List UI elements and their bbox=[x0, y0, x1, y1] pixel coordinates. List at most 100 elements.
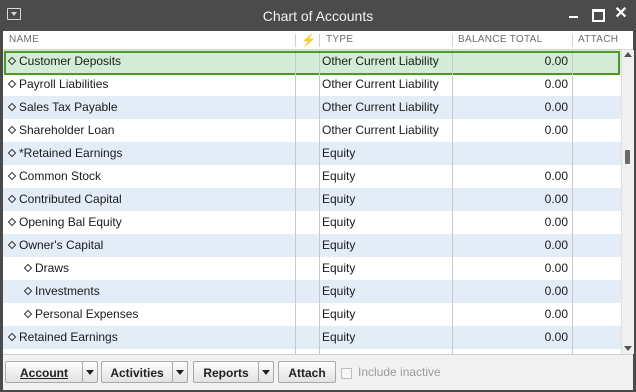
column-line bbox=[572, 96, 573, 119]
chart-of-accounts-window: Chart of Accounts ✕ NAME ⚡ TYPE BALANCE … bbox=[0, 0, 636, 392]
table-row[interactable]: Common Stock Equity 0.00 bbox=[3, 165, 621, 188]
account-name: Owner's Capital bbox=[19, 238, 104, 252]
table-row[interactable]: Investments Equity 0.00 bbox=[3, 280, 621, 303]
column-line bbox=[295, 234, 296, 257]
column-line bbox=[452, 142, 453, 165]
activities-button[interactable]: Activities bbox=[101, 361, 173, 383]
scroll-up-icon[interactable] bbox=[624, 52, 632, 57]
column-line bbox=[319, 280, 320, 303]
account-type-cell: Equity bbox=[322, 330, 356, 344]
column-line bbox=[319, 119, 320, 142]
column-line bbox=[319, 211, 320, 234]
column-line bbox=[572, 211, 573, 234]
attach-button[interactable]: Attach bbox=[278, 361, 336, 383]
reports-dropdown-button[interactable] bbox=[258, 361, 274, 383]
account-type-cell: Equity bbox=[322, 307, 356, 321]
include-inactive-checkbox[interactable] bbox=[341, 368, 352, 379]
close-button[interactable]: ✕ bbox=[611, 5, 631, 23]
balance-total-cell: 0.00 bbox=[544, 215, 568, 229]
account-type-cell: Other Current Liability bbox=[322, 100, 439, 114]
activities-dropdown-button[interactable] bbox=[172, 361, 188, 383]
account-name: Draws bbox=[35, 261, 70, 275]
table-row[interactable]: Contributed Capital Equity 0.00 bbox=[3, 188, 621, 211]
table-row[interactable]: Payroll Liabilities Other Current Liabili… bbox=[3, 73, 621, 96]
balance-total-cell: 0.00 bbox=[544, 261, 568, 275]
table-row[interactable]: Retained Earnings Equity 0.00 bbox=[3, 326, 621, 349]
column-line bbox=[295, 188, 296, 211]
column-line bbox=[319, 326, 320, 349]
scroll-thumb[interactable] bbox=[625, 150, 630, 164]
column-line bbox=[452, 326, 453, 349]
column-line bbox=[572, 326, 573, 349]
account-name-cell: *Retained Earnings bbox=[7, 142, 122, 165]
column-line bbox=[295, 257, 296, 280]
accounts-table-body: Customer Deposits Other Current Liability… bbox=[3, 50, 621, 354]
column-line bbox=[319, 303, 320, 326]
title-bar: Chart of Accounts ✕ bbox=[0, 0, 636, 31]
reports-button[interactable]: Reports bbox=[193, 361, 259, 383]
maximize-button[interactable] bbox=[588, 5, 608, 23]
account-dropdown-button[interactable] bbox=[82, 361, 98, 383]
column-line bbox=[319, 165, 320, 188]
lightning-icon[interactable]: ⚡ bbox=[301, 31, 317, 49]
account-name-cell: Opening Bal Equity bbox=[7, 211, 122, 234]
account-type-cell: Equity bbox=[322, 261, 356, 275]
table-row[interactable]: *Retained Earnings Equity bbox=[3, 142, 621, 165]
account-name-cell: Shareholder Loan bbox=[7, 119, 114, 142]
account-name: Payroll Liabilities bbox=[19, 77, 109, 91]
column-header-type[interactable]: TYPE bbox=[326, 31, 353, 49]
account-button-label: Account bbox=[20, 366, 68, 380]
minimize-button[interactable] bbox=[564, 5, 584, 23]
column-line bbox=[295, 73, 296, 96]
account-name-cell: Owner's Capital bbox=[7, 234, 104, 257]
balance-total-cell: 0.00 bbox=[544, 169, 568, 183]
account-name-cell: Common Stock bbox=[7, 165, 101, 188]
column-header-balance[interactable]: BALANCE TOTAL bbox=[458, 31, 543, 49]
column-line bbox=[452, 280, 453, 303]
window-title: Chart of Accounts bbox=[262, 8, 374, 24]
column-line bbox=[295, 303, 296, 326]
column-header-name[interactable]: NAME bbox=[9, 31, 39, 49]
account-name: Sales Tax Payable bbox=[19, 100, 118, 114]
table-row[interactable]: Sales Tax Payable Other Current Liability… bbox=[3, 96, 621, 119]
balance-total-cell: 0.00 bbox=[544, 284, 568, 298]
account-bullet-icon bbox=[23, 309, 33, 319]
account-name-cell: Draws bbox=[23, 257, 70, 280]
table-row[interactable]: Draws Equity 0.00 bbox=[3, 257, 621, 280]
accounts-list-panel: NAME ⚡ TYPE BALANCE TOTAL ATTACH Custome… bbox=[3, 31, 634, 390]
column-line bbox=[452, 119, 453, 142]
column-line bbox=[295, 280, 296, 303]
account-type-cell: Equity bbox=[322, 238, 356, 252]
table-row[interactable]: Personal Expenses Equity 0.00 bbox=[3, 303, 621, 326]
column-line bbox=[572, 188, 573, 211]
table-row[interactable]: Shareholder Loan Other Current Liability 0… bbox=[3, 119, 621, 142]
account-name: Retained Earnings bbox=[19, 330, 118, 344]
account-bullet-icon bbox=[7, 148, 17, 158]
account-name: Contributed Capital bbox=[19, 192, 122, 206]
column-line bbox=[452, 257, 453, 280]
table-row[interactable]: Customer Deposits Other Current Liability… bbox=[3, 50, 621, 75]
column-line bbox=[295, 211, 296, 234]
account-name-cell: Payroll Liabilities bbox=[7, 73, 109, 96]
account-button[interactable]: Account bbox=[5, 361, 83, 383]
column-line bbox=[295, 326, 296, 349]
table-row[interactable]: Opening Bal Equity Equity 0.00 bbox=[3, 211, 621, 234]
column-line bbox=[572, 257, 573, 280]
scroll-down-icon[interactable] bbox=[624, 346, 632, 351]
column-line bbox=[295, 119, 296, 142]
column-line bbox=[572, 303, 573, 326]
column-line bbox=[452, 234, 453, 257]
column-line bbox=[295, 96, 296, 119]
vertical-scrollbar[interactable] bbox=[621, 50, 634, 354]
balance-total-cell: 0.00 bbox=[544, 238, 568, 252]
account-name-cell: Contributed Capital bbox=[7, 188, 122, 211]
account-bullet-icon bbox=[7, 171, 17, 181]
column-divider bbox=[295, 34, 296, 47]
balance-total-cell bbox=[455, 142, 568, 165]
column-header-attach[interactable]: ATTACH bbox=[578, 31, 618, 49]
account-bullet-icon bbox=[7, 125, 17, 135]
table-row[interactable]: Owner's Capital Equity 0.00 bbox=[3, 234, 621, 257]
column-line bbox=[319, 142, 320, 165]
account-bullet-icon bbox=[7, 79, 17, 89]
column-line bbox=[319, 234, 320, 257]
